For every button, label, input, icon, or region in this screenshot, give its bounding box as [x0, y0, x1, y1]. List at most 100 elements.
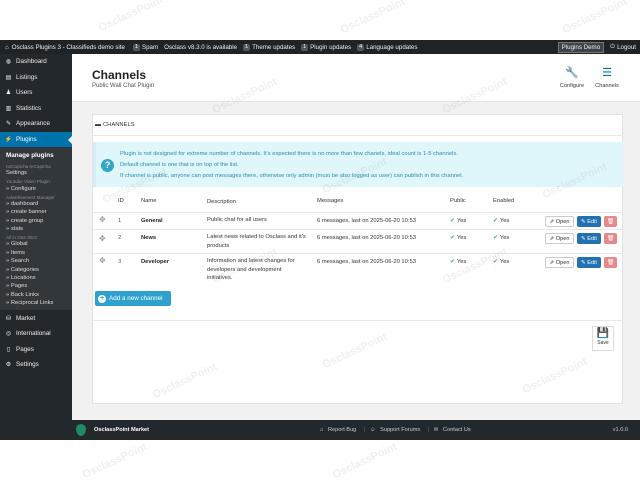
list-icon: ☰ [602, 67, 612, 79]
seo-categories-link[interactable]: » Categories [0, 265, 72, 273]
sidebar-item-market[interactable]: ⛁ Market [0, 310, 72, 326]
envelope-icon: ✉ [433, 427, 439, 433]
public-status: ✔ Yes [450, 235, 467, 241]
delete-button[interactable]: 🗑 [604, 233, 617, 244]
edit-button[interactable]: ✎ Edit [577, 233, 601, 244]
pencil-icon: ✎ [581, 236, 586, 242]
seo-items-link[interactable]: » Items [0, 249, 72, 257]
open-button[interactable]: ⇗ Open [545, 257, 574, 268]
seo-locations-link[interactable]: » Locations [0, 274, 72, 282]
drag-handle-icon[interactable]: ✥ [99, 215, 106, 224]
main-content: Channels Public Wall Chat Plugin 🔧 Confi… [72, 54, 640, 420]
table-row: ✥ 3 Developer Information and latest cha… [93, 253, 623, 281]
sidebar-item-appearance[interactable]: ✎ Appearance [0, 116, 72, 132]
site-link[interactable]: ⌂ Osclass Plugins 3 - Classifieds demo s… [5, 44, 125, 51]
pages-icon: ▯ [6, 346, 11, 353]
edit-button[interactable]: ✎ Edit [577, 216, 601, 227]
home-icon: ⌂ [5, 43, 9, 51]
watermark-text: OsclassPoint [338, 0, 407, 37]
seo-global-link[interactable]: » Global [0, 240, 72, 248]
spam-link[interactable]: 1 Spam [132, 43, 158, 51]
check-icon: ✔ [493, 259, 498, 265]
adv-create-group-link[interactable]: » create group [0, 217, 72, 225]
youtube-heading: Youtube Video Plugin [6, 179, 50, 185]
notice-line: Plugin is not designed for extreme numbe… [120, 151, 458, 157]
info-notice: ? Plugin is not designed for extreme num… [93, 142, 623, 187]
col-name: Name [141, 198, 157, 204]
folder-icon: ▬ [95, 122, 101, 128]
theme-updates-link[interactable]: 1 Theme updates [243, 43, 295, 51]
manage-plugins-link[interactable]: Manage plugins [0, 149, 72, 162]
language-updates-link[interactable]: 4 Language updates [357, 43, 417, 51]
table-row: ✥ 2 News Latest news related to Osclass … [93, 229, 623, 253]
adv-stats-link[interactable]: » stats [0, 225, 72, 233]
page-header: Channels Public Wall Chat Plugin 🔧 Confi… [72, 54, 640, 102]
plugins-demo-button[interactable]: Plugins Demo [557, 41, 605, 53]
sidebar-item-international[interactable]: ◎ International [0, 326, 72, 342]
drag-handle-icon[interactable]: ✥ [99, 256, 106, 265]
sidebar-item-users[interactable]: ♟ Users [0, 85, 72, 101]
sidebar-item-plugins[interactable]: ⚡ Plugins [0, 131, 72, 147]
open-button[interactable]: ⇗ Open [545, 216, 574, 227]
plugin-updates-link[interactable]: 1 Plugin updates [301, 43, 351, 51]
save-button[interactable]: 💾 Save [592, 326, 614, 351]
sidebar-item-dashboard[interactable]: ◍ Dashboard [0, 54, 72, 70]
contact-us-link[interactable]: ✉ Contact Us [434, 427, 474, 433]
page-subtitle: Public Wall Chat Plugin [92, 83, 155, 89]
external-link-icon: ⇗ [549, 260, 555, 266]
notice-line: If channel is public, anyone can post me… [120, 173, 464, 179]
seo-reciprocal-links-link[interactable]: » Reciprocal Links [0, 299, 72, 307]
col-enabled: Enabled [493, 198, 515, 204]
external-link-icon: ⇗ [549, 219, 555, 225]
watermark-text: OsclassPoint [330, 440, 399, 480]
seo-heading: All in One SEO [6, 235, 37, 241]
edit-button[interactable]: ✎ Edit [577, 257, 601, 268]
drag-handle-icon[interactable]: ✥ [99, 234, 106, 243]
enabled-status: ✔ Yes [493, 218, 510, 224]
plus-icon: + [98, 294, 106, 303]
seo-back-links-link[interactable]: » Back Links [0, 291, 72, 299]
market-icon: ⛁ [5, 315, 12, 322]
report-bug-link[interactable]: ⌂ Report Bug [320, 427, 359, 433]
osclasspoint-logo-icon [76, 424, 86, 436]
watermark-text: OsclassPoint [560, 0, 629, 37]
settings-icon: ⚙ [5, 362, 12, 368]
pencil-icon: ✎ [581, 260, 586, 266]
market-brand-link[interactable]: OsclassPoint Market [94, 427, 149, 433]
delete-button[interactable]: 🗑 [604, 216, 617, 227]
seo-search-link[interactable]: » Search [0, 257, 72, 265]
delete-button[interactable]: 🗑 [604, 257, 617, 268]
admin-topbar: ⌂ Osclass Plugins 3 - Classifieds demo s… [0, 40, 640, 54]
adv-create-banner-link[interactable]: » create banner [0, 208, 72, 216]
separator: | [363, 427, 366, 433]
configure-button[interactable]: 🔧 Configure [557, 67, 587, 89]
floppy-disk-icon: 💾 [596, 328, 610, 339]
adv-dashboard-link[interactable]: » dashboard [0, 200, 72, 208]
sidebar-item-settings[interactable]: ⚙ Settings [0, 357, 72, 373]
add-channel-button[interactable]: + Add a new channel [95, 291, 171, 306]
admin-footer: OsclassPoint Market ⌂ Report Bug | ☺ Sup… [72, 420, 640, 440]
seo-pages-link[interactable]: » Pages [0, 282, 72, 290]
logout-icon: ⏻ [610, 43, 616, 50]
separator: | [427, 427, 430, 433]
appearance-icon: ✎ [5, 121, 12, 128]
spam-count-badge: 1 [132, 43, 140, 51]
plugin-count-badge: 1 [301, 43, 309, 51]
sidebar-item-statistics[interactable]: ▥ Statistics [0, 101, 72, 117]
listings-icon: ▤ [5, 74, 12, 81]
dashboard-icon: ◍ [5, 59, 12, 66]
open-button[interactable]: ⇗ Open [545, 233, 574, 244]
channels-button[interactable]: ☰ Channels [592, 67, 622, 89]
trash-icon: 🗑 [606, 219, 615, 225]
support-forums-link[interactable]: ☺ Support Forums [370, 427, 423, 433]
logout-link[interactable]: ⏻ Logout [610, 43, 636, 51]
enabled-status: ✔ Yes [493, 235, 510, 241]
footer-links: ⌂ Report Bug | ☺ Support Forums | ✉ Cont… [320, 427, 477, 433]
sidebar-item-listings[interactable]: ▤ Listings [0, 70, 72, 86]
channel-name: General [141, 218, 163, 224]
recaptcha-settings-link[interactable]: Settings [0, 169, 72, 177]
sidebar-item-pages[interactable]: ▯ Pages [0, 341, 72, 357]
update-notice-link[interactable]: Osclass v8.3.0 is available [164, 44, 237, 51]
youtube-configure-link[interactable]: » Configure [0, 184, 72, 192]
plugins-submenu: Manage plugins noCaptcha reCaptcha Setti… [0, 147, 72, 311]
